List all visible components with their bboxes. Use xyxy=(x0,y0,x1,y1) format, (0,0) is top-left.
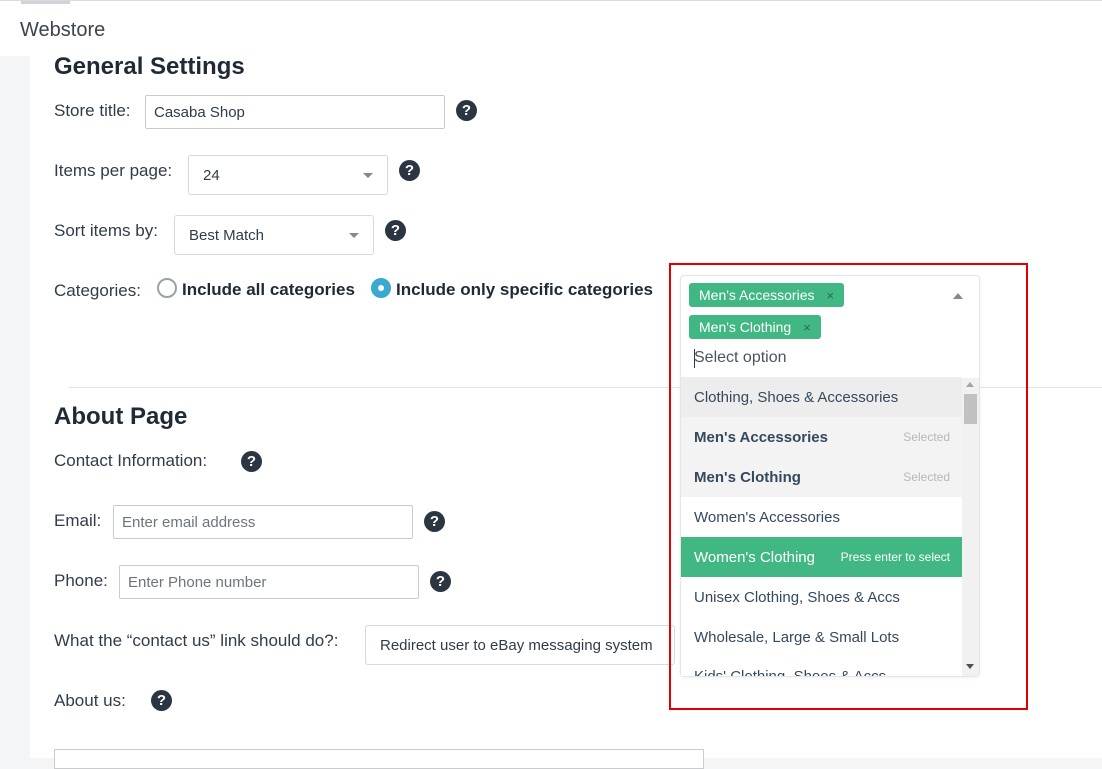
left-rail xyxy=(0,56,30,758)
items-per-page-value: 24 xyxy=(203,166,220,184)
chevron-down-icon xyxy=(363,173,373,178)
about-page-heading: About Page xyxy=(54,403,188,430)
help-icon[interactable]: ? xyxy=(151,690,172,711)
items-per-page-label: Items per page: xyxy=(54,161,173,180)
tab-marker xyxy=(21,1,70,4)
general-settings-heading: General Settings xyxy=(54,53,245,80)
contact-link-label: What the “contact us” link should do?: xyxy=(54,631,339,650)
help-icon[interactable]: ? xyxy=(385,220,406,241)
email-field[interactable]: Enter email address xyxy=(113,505,413,539)
contact-link-value: Redirect user to eBay messaging system xyxy=(380,636,653,654)
help-icon[interactable]: ? xyxy=(241,451,262,472)
radio-include-all-label[interactable]: Include all categories xyxy=(182,280,355,300)
sort-items-label: Sort items by: xyxy=(54,221,158,240)
help-icon[interactable]: ? xyxy=(430,571,451,592)
radio-include-all[interactable] xyxy=(157,278,177,298)
sort-items-select[interactable]: Best Match xyxy=(174,215,374,255)
app-title: Webstore xyxy=(20,19,106,41)
store-title-input[interactable]: Casaba Shop xyxy=(145,95,445,129)
top-bar: Webstore xyxy=(0,0,1102,56)
about-us-editor[interactable] xyxy=(54,749,704,769)
sort-items-value: Best Match xyxy=(189,226,265,244)
annotation-highlight-box xyxy=(669,263,1028,710)
radio-include-specific-label[interactable]: Include only specific categories xyxy=(396,280,653,300)
chevron-down-icon xyxy=(349,233,359,238)
contact-information-label: Contact Information: xyxy=(54,451,208,470)
help-icon[interactable]: ? xyxy=(456,100,477,121)
help-icon[interactable]: ? xyxy=(399,160,420,181)
contact-link-select[interactable]: Redirect user to eBay messaging system xyxy=(365,625,675,665)
help-icon[interactable]: ? xyxy=(424,511,445,532)
radio-include-specific[interactable] xyxy=(371,278,391,298)
email-label: Email: xyxy=(54,511,102,530)
phone-label: Phone: xyxy=(54,571,108,590)
phone-field[interactable]: Enter Phone number xyxy=(119,565,419,599)
items-per-page-select[interactable]: 24 xyxy=(188,155,388,195)
categories-label: Categories: xyxy=(54,281,141,300)
store-title-label: Store title: xyxy=(54,101,131,120)
about-us-label: About us: xyxy=(54,691,126,710)
